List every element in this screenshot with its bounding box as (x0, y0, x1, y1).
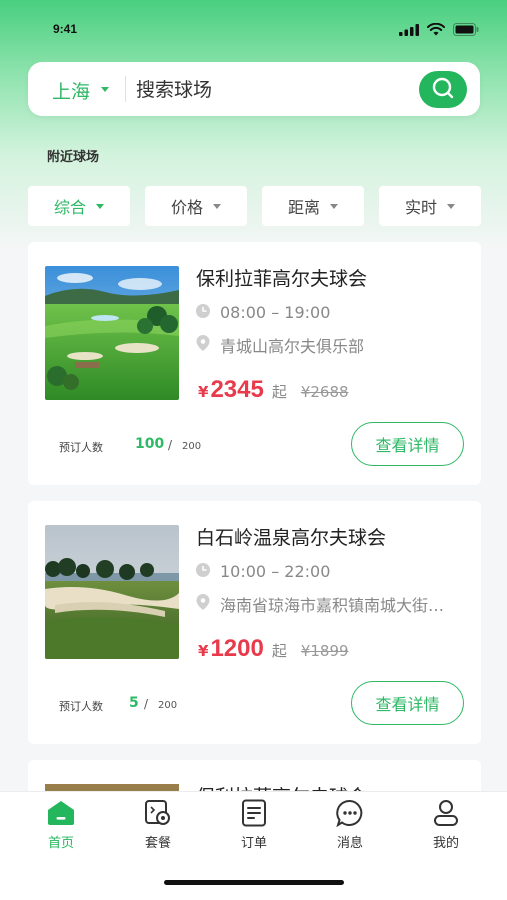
course-name[interactable]: 白石岭温泉高尔夫球会 (196, 523, 386, 550)
course-address: 青城山高尔夫俱乐部 (196, 333, 364, 357)
hours-text: 08:00 – 19:00 (220, 303, 331, 322)
price-row: ¥ 1200 起 ¥1899 (198, 635, 349, 663)
course-photo (45, 266, 179, 400)
chevron-down-icon (213, 203, 221, 209)
filter-label: 实时 (404, 198, 437, 217)
view-details-button[interactable]: 查看详情 (351, 681, 464, 725)
price: 2345 (210, 376, 264, 403)
battery-icon (453, 21, 479, 40)
booked-capacity: 200 (182, 441, 202, 452)
filter-realtime[interactable]: 实时 (379, 186, 481, 226)
section-title: 附近球场 (47, 150, 100, 165)
address-text: 青城山高尔夫俱乐部 (220, 337, 365, 356)
view-details-button[interactable]: 查看详情 (351, 422, 464, 466)
search-icon (431, 76, 455, 104)
booked-separator: / (168, 438, 173, 452)
package-icon (143, 798, 173, 828)
tab-label: 订单 (240, 836, 267, 851)
course-photo (45, 525, 179, 659)
filter-label: 综合 (53, 198, 86, 217)
course-address: 海南省琼海市嘉积镇南城大街… (196, 592, 444, 616)
tab-package[interactable]: 套餐 (123, 798, 193, 854)
booked-count: 5 (129, 695, 139, 711)
message-icon (335, 798, 365, 828)
chevron-down-icon (447, 203, 455, 209)
booked-count: 100 (135, 436, 165, 452)
original-price: ¥2688 (300, 383, 349, 401)
tab-orders[interactable]: 订单 (219, 798, 289, 854)
status-time: 9:41 (53, 22, 78, 36)
course-card[interactable]: 保利拉菲高尔夫球会 08:00 – 19:00 青城山高尔夫俱乐部 ¥ 2345… (28, 242, 481, 485)
price-suffix: 起 (271, 642, 287, 660)
course-hours: 08:00 – 19:00 (196, 303, 330, 322)
location-pin-icon (196, 594, 210, 614)
currency-symbol: ¥ (198, 383, 209, 401)
search-divider (125, 76, 126, 102)
hours-text: 10:00 – 22:00 (220, 562, 331, 581)
booked-label: 预订人数 (59, 441, 103, 454)
clock-icon (196, 562, 210, 581)
address-text: 海南省琼海市嘉积镇南城大街… (220, 596, 445, 615)
filter-label: 价格 (170, 198, 203, 217)
tab-messages[interactable]: 消息 (315, 798, 385, 854)
signal-icon (399, 21, 419, 40)
filter-bar: 综合 价格 距离 实时 (28, 186, 482, 226)
booked-label: 预订人数 (59, 700, 103, 713)
price-suffix: 起 (271, 383, 287, 401)
original-price: ¥1899 (300, 642, 349, 660)
tab-label: 消息 (336, 836, 363, 851)
tab-label: 首页 (47, 836, 74, 851)
currency-symbol: ¥ (198, 642, 209, 660)
price: 1200 (210, 635, 264, 662)
location-pin-icon (196, 335, 210, 355)
tab-label: 套餐 (144, 836, 171, 851)
filter-label: 距离 (287, 198, 320, 217)
course-name[interactable]: 保利拉菲高尔夫球会 (196, 264, 367, 291)
chevron-down-icon (330, 203, 338, 209)
bottom-tab-bar: 首页 套餐 订单 消息 我的 (0, 792, 507, 900)
price-row: ¥ 2345 起 ¥2688 (198, 376, 349, 404)
clock-icon (196, 303, 210, 322)
city-selector[interactable]: 上海 (52, 77, 90, 104)
profile-icon (431, 798, 461, 828)
city-caret-icon[interactable] (101, 87, 109, 92)
home-icon (46, 798, 76, 828)
course-card[interactable]: 白石岭温泉高尔夫球会 10:00 – 22:00 海南省琼海市嘉积镇南城大街… … (28, 501, 481, 744)
tab-profile[interactable]: 我的 (411, 798, 481, 854)
wifi-icon (427, 21, 445, 40)
tab-home[interactable]: 首页 (26, 798, 96, 854)
status-icons (399, 21, 479, 40)
order-icon (239, 798, 269, 828)
course-hours: 10:00 – 22:00 (196, 562, 330, 581)
home-indicator (164, 880, 344, 885)
search-bar: 上海 (28, 62, 480, 116)
filter-price[interactable]: 价格 (145, 186, 247, 226)
filter-comprehensive[interactable]: 综合 (28, 186, 130, 226)
booked-capacity: 200 (158, 700, 178, 711)
filter-distance[interactable]: 距离 (262, 186, 364, 226)
status-bar: 9:41 (0, 0, 507, 52)
booked-separator: / (144, 697, 149, 711)
search-input[interactable] (136, 76, 406, 104)
chevron-down-icon (96, 203, 104, 209)
tab-label: 我的 (432, 836, 459, 851)
search-button[interactable] (419, 71, 467, 108)
